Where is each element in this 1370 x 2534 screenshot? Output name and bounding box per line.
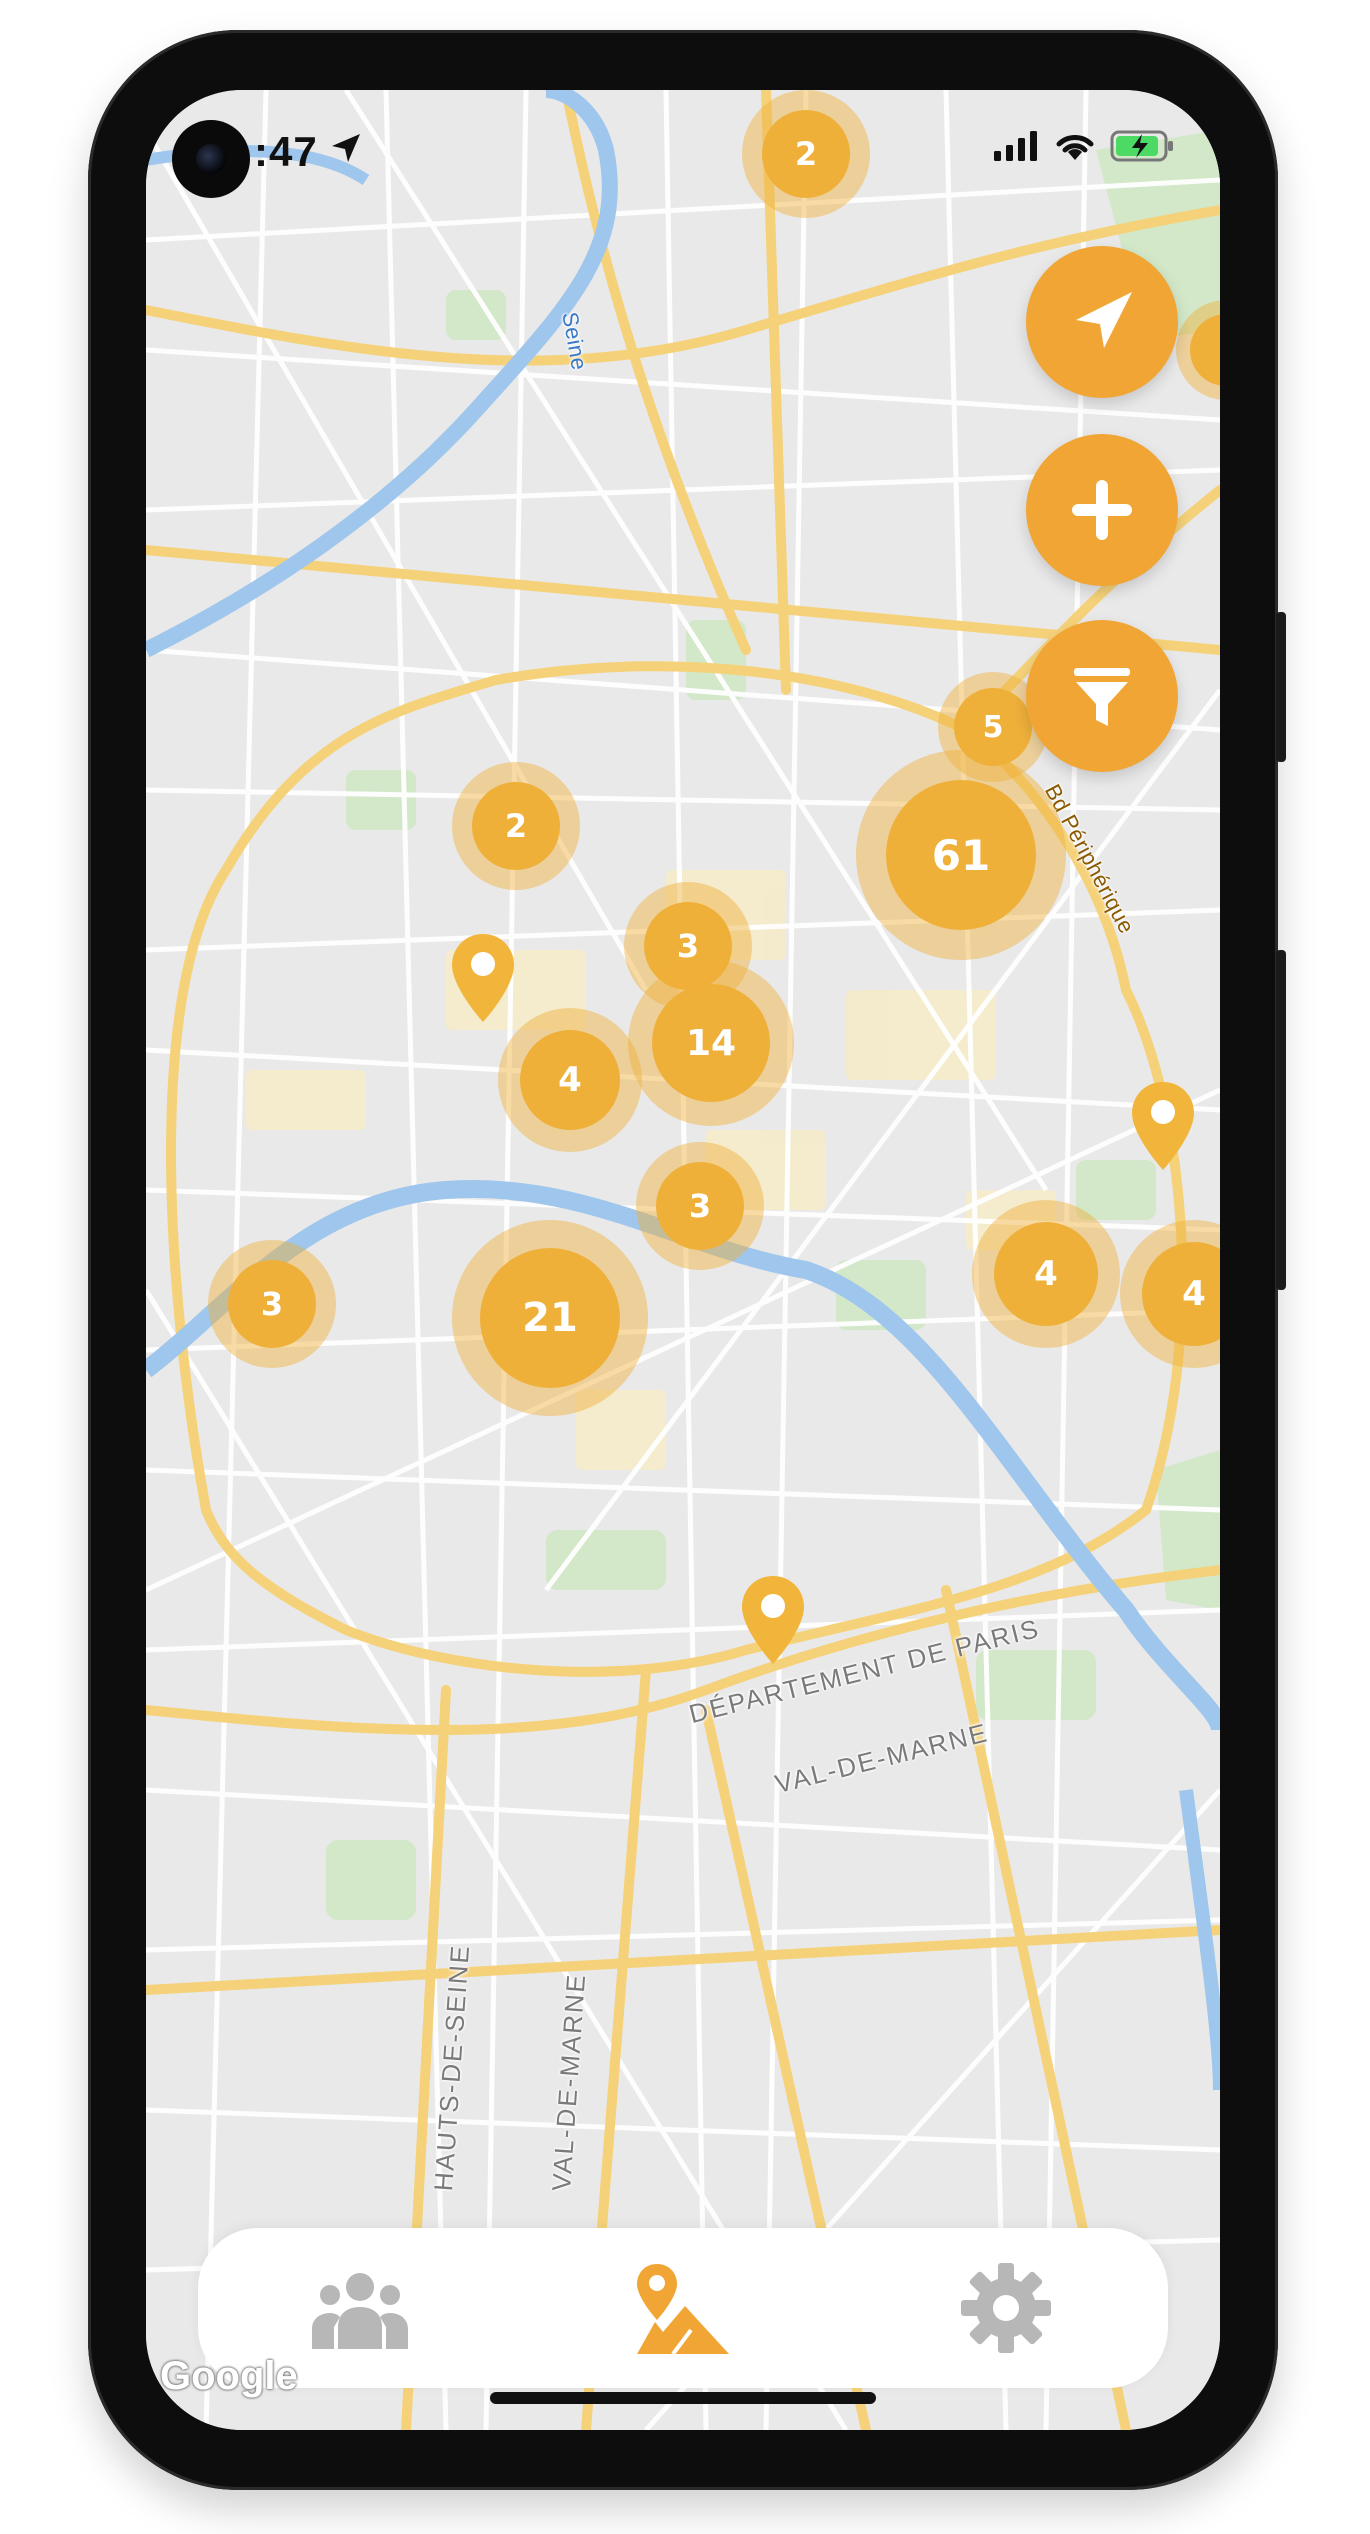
cellular-signal-icon [994,131,1037,161]
map-cluster[interactable]: 14 [628,960,794,1126]
map-attribution: Google [160,2354,298,2398]
map-pin-icon[interactable] [740,1574,806,1666]
status-icons [994,130,1176,162]
map-pin-icon[interactable] [1130,1080,1196,1172]
nav-item-community[interactable] [300,2253,420,2363]
map-cluster[interactable]: 3 [636,1142,764,1270]
map-cluster[interactable]: 61 [856,750,1066,960]
locate-me-button[interactable] [1026,246,1178,398]
map-pin-icon [636,2264,729,2356]
status-time: :47 [254,128,318,175]
home-indicator[interactable] [490,2392,876,2404]
map-cluster[interactable]: 4 [498,1008,642,1152]
app-screen: Seine Bd Périphérique DÉPARTEMENT DE PAR… [146,90,1220,2430]
map-pin-icon[interactable] [450,932,516,1024]
location-services-icon [332,134,360,162]
front-camera [172,120,250,198]
map-cluster[interactable]: 2 [742,90,870,218]
filter-button[interactable] [1026,620,1178,772]
plus-icon [1072,480,1132,540]
battery-charging-icon [1110,130,1173,162]
side-button-upper [1276,612,1286,762]
side-button-lower [1276,950,1286,1290]
nav-item-map[interactable] [623,2253,743,2363]
gear-icon [961,2263,1052,2353]
map-cluster[interactable]: 4 [972,1200,1120,1348]
add-button[interactable] [1026,434,1178,586]
group-users-icon [311,2273,408,2349]
map-cluster[interactable]: 2 [452,762,580,890]
nav-item-settings[interactable] [946,2253,1066,2363]
map-cluster[interactable]: 3 [208,1240,336,1368]
map-cluster[interactable]: 21 [452,1220,648,1416]
wifi-icon [1056,135,1094,160]
bottom-navigation [198,2228,1168,2388]
navigation-arrow-icon [1076,292,1132,348]
filter-funnel-icon [1074,668,1130,726]
